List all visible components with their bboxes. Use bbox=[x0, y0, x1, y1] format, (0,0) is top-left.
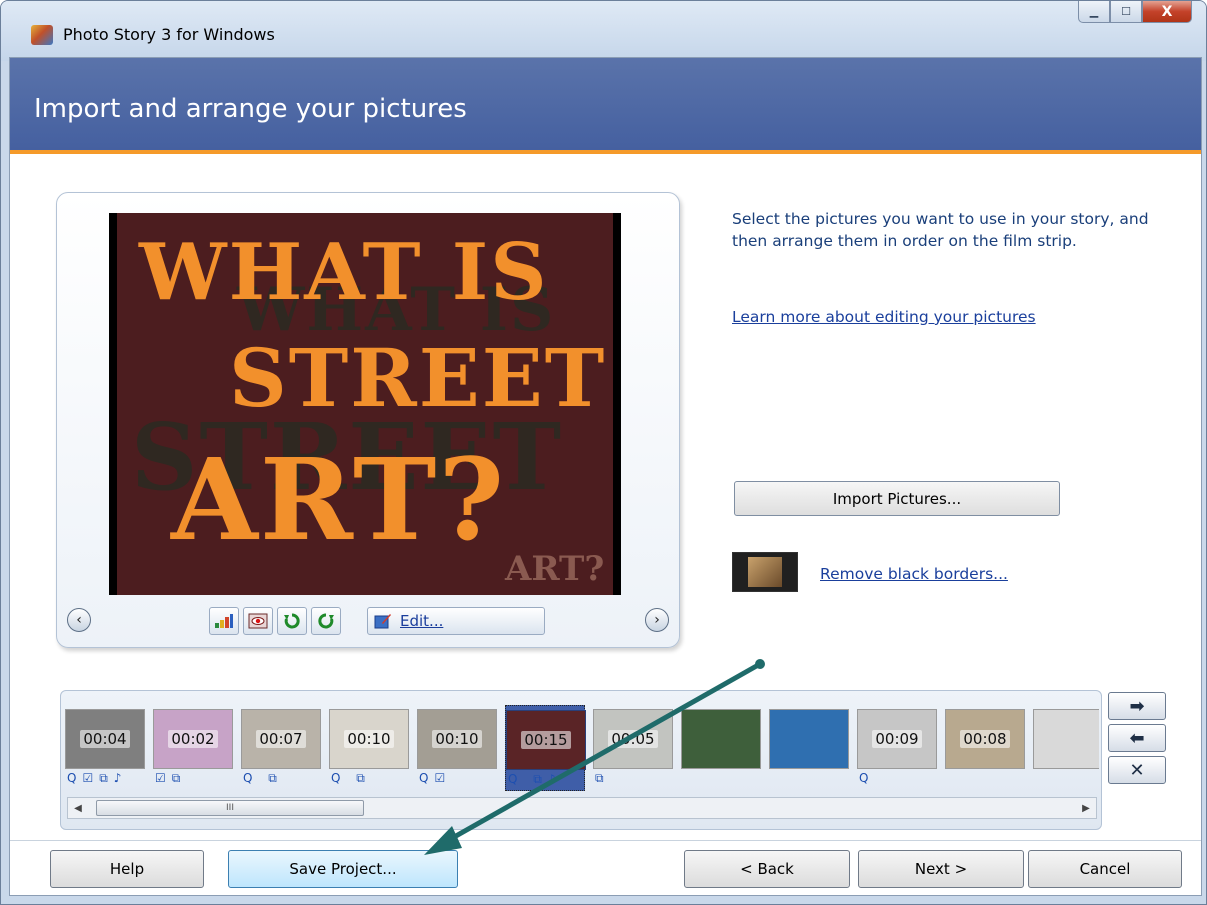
frame-duration: 00:15 bbox=[521, 731, 571, 749]
frame-thumbnail: 00:08 bbox=[945, 709, 1025, 769]
import-pictures-button[interactable]: Import Pictures... bbox=[734, 481, 1060, 516]
footer-separator bbox=[10, 840, 1201, 841]
previous-picture-button[interactable]: ‹ bbox=[67, 608, 91, 632]
next-picture-button[interactable]: › bbox=[645, 608, 669, 632]
frame-status-icons: Q☑ bbox=[419, 771, 452, 785]
chevron-right-icon: › bbox=[654, 612, 660, 628]
learn-more-link[interactable]: Learn more about editing your pictures bbox=[732, 308, 1036, 326]
remove-picture-button[interactable]: ✕ bbox=[1108, 756, 1166, 784]
scrollbar-thumb[interactable]: III bbox=[96, 800, 364, 816]
scroll-left-icon[interactable]: ◀ bbox=[68, 798, 88, 818]
film-strip-frame[interactable]: 00:02 ☑⧉ bbox=[153, 705, 233, 791]
slide-text-line-1: WHAT IS bbox=[139, 227, 549, 318]
frame-thumbnail: 00:10 bbox=[417, 709, 497, 769]
film-strip-frame[interactable]: 00:10 Q ⧉ bbox=[329, 705, 409, 791]
frame-duration: 00:09 bbox=[872, 730, 922, 748]
red-eye-button[interactable] bbox=[243, 607, 273, 635]
frame-duration: 00:05 bbox=[608, 730, 658, 748]
frame-thumbnail: 00:10 bbox=[329, 709, 409, 769]
frame-thumbnail: 00:04 bbox=[65, 709, 145, 769]
preview-toolbar: ‹ Edit... › bbox=[57, 605, 679, 639]
scroll-right-icon[interactable]: ▶ bbox=[1076, 798, 1096, 818]
film-strip: 00:04 Q☑⧉♪ 00:02 ☑⧉ 00:07 Q ⧉ 00:10 Q ⧉ 00:10 Q☑ 0… bbox=[60, 690, 1102, 830]
rotate-right-icon bbox=[318, 613, 334, 629]
film-strip-frames: 00:04 Q☑⧉♪ 00:02 ☑⧉ 00:07 Q ⧉ 00:10 Q ⧉ 00:10 Q☑ 0… bbox=[65, 705, 1099, 791]
rotate-left-icon bbox=[284, 613, 300, 629]
remove-borders-thumbnail[interactable] bbox=[732, 552, 798, 592]
film-strip-frame[interactable] bbox=[1033, 705, 1099, 791]
frame-duration: 00:04 bbox=[80, 730, 130, 748]
frame-duration: 00:07 bbox=[256, 730, 306, 748]
edit-picture-button[interactable]: Edit... bbox=[367, 607, 545, 635]
frame-thumbnail: 00:05 bbox=[593, 709, 673, 769]
rotate-left-button[interactable] bbox=[277, 607, 307, 635]
picture-preview-panel: WHAT IS STREET WHAT IS STREET ART? ART? … bbox=[56, 192, 680, 648]
borders-photo-icon bbox=[748, 557, 782, 587]
film-strip-frame[interactable]: 00:09 Q bbox=[857, 705, 937, 791]
frame-status-icons: Q ⧉ bbox=[243, 771, 283, 785]
film-strip-scrollbar[interactable]: ◀ III ▶ bbox=[67, 797, 1097, 819]
header-banner: Import and arrange your pictures bbox=[10, 58, 1201, 154]
remove-borders-label: Remove black borders... bbox=[820, 565, 1008, 583]
page-title: Import and arrange your pictures bbox=[34, 94, 467, 124]
film-strip-frame[interactable]: 00:15 Q ⧉♪ bbox=[505, 705, 586, 791]
frame-status-icons: Q bbox=[859, 771, 875, 785]
film-strip-frame[interactable] bbox=[681, 705, 761, 791]
frame-thumbnail bbox=[1033, 709, 1099, 769]
frame-thumbnail bbox=[769, 709, 849, 769]
save-project-button[interactable]: Save Project... bbox=[228, 850, 458, 888]
maximize-button[interactable]: ☐ bbox=[1110, 1, 1142, 23]
edit-pencil-icon bbox=[374, 614, 391, 629]
close-button[interactable]: X bbox=[1142, 1, 1192, 23]
frame-thumbnail: 00:15 bbox=[506, 710, 586, 770]
frame-status-icons: ⧉ bbox=[595, 771, 610, 785]
wizard-client: Import and arrange your pictures WHAT IS… bbox=[9, 57, 1202, 896]
slide-text-line-3: ART? bbox=[171, 435, 506, 566]
film-strip-frame[interactable]: 00:08 bbox=[945, 705, 1025, 791]
film-strip-frame[interactable]: 00:10 Q☑ bbox=[417, 705, 497, 791]
next-button[interactable]: Next > bbox=[858, 850, 1024, 888]
minimize-button[interactable]: ▁ bbox=[1078, 1, 1110, 23]
frame-thumbnail: 00:09 bbox=[857, 709, 937, 769]
frame-status-icons: ☑⧉ bbox=[155, 771, 187, 785]
red-eye-icon bbox=[248, 613, 268, 629]
frame-status-icons: Q ⧉ bbox=[331, 771, 371, 785]
frame-thumbnail: 00:02 bbox=[153, 709, 233, 769]
frame-status-icons: Q☑⧉♪ bbox=[67, 771, 128, 785]
remove-black-borders-link[interactable]: Remove black borders... bbox=[820, 565, 1008, 583]
move-picture-right-button[interactable]: ➡ bbox=[1108, 692, 1166, 720]
frame-duration: 00:10 bbox=[432, 730, 482, 748]
slide-text-line-2: STREET bbox=[229, 331, 607, 425]
slide-small-text: ART? bbox=[505, 549, 605, 589]
move-picture-left-button[interactable]: ⬅ bbox=[1108, 724, 1166, 752]
film-strip-frame[interactable] bbox=[769, 705, 849, 791]
levels-icon bbox=[215, 614, 233, 628]
window-controls: ▁ ☐ X bbox=[1078, 1, 1192, 25]
frame-duration: 00:02 bbox=[168, 730, 218, 748]
help-button[interactable]: Help bbox=[50, 850, 204, 888]
app-window: Photo Story 3 for Windows ▁ ☐ X Import a… bbox=[0, 0, 1207, 905]
filmstrip-side-controls: ➡ ⬅ ✕ bbox=[1108, 692, 1166, 788]
photo-story-icon bbox=[31, 25, 53, 45]
film-strip-frame[interactable]: 00:04 Q☑⧉♪ bbox=[65, 705, 145, 791]
frame-thumbnail bbox=[681, 709, 761, 769]
film-strip-frame[interactable]: 00:07 Q ⧉ bbox=[241, 705, 321, 791]
cancel-button[interactable]: Cancel bbox=[1028, 850, 1182, 888]
instructions-text: Select the pictures you want to use in y… bbox=[732, 210, 1149, 250]
film-strip-frame[interactable]: 00:05 ⧉ bbox=[593, 705, 673, 791]
rotate-right-button[interactable] bbox=[311, 607, 341, 635]
preview-image: WHAT IS STREET WHAT IS STREET ART? ART? bbox=[109, 213, 621, 595]
window-title: Photo Story 3 for Windows bbox=[63, 25, 275, 44]
title-bar[interactable]: Photo Story 3 for Windows ▁ ☐ X bbox=[1, 1, 1206, 61]
frame-duration: 00:08 bbox=[960, 730, 1010, 748]
frame-status-icons: Q ⧉♪ bbox=[508, 772, 562, 786]
frame-duration: 00:10 bbox=[344, 730, 394, 748]
frame-thumbnail: 00:07 bbox=[241, 709, 321, 769]
back-button[interactable]: < Back bbox=[684, 850, 850, 888]
auto-fix-button[interactable] bbox=[209, 607, 239, 635]
edit-label: Edit... bbox=[400, 612, 444, 630]
chevron-left-icon: ‹ bbox=[76, 612, 82, 628]
